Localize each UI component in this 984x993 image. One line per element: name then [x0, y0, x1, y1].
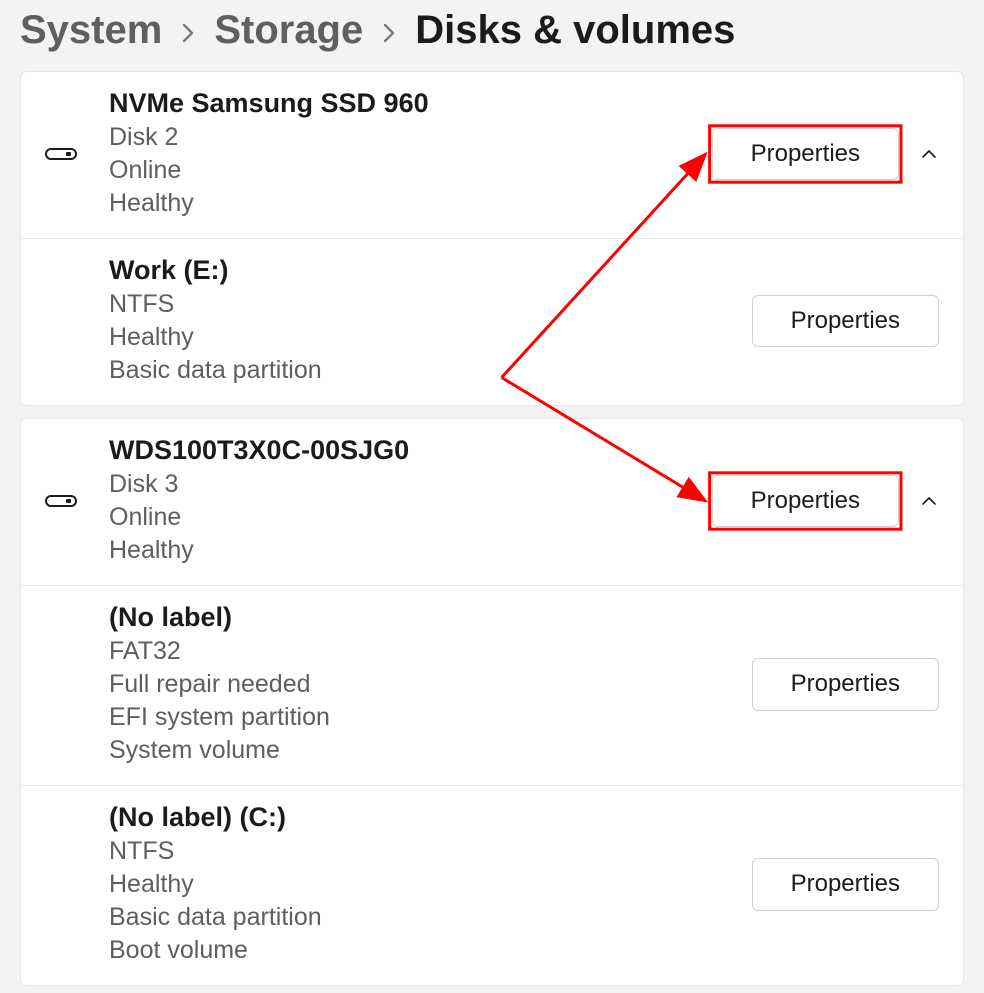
- breadcrumb-storage[interactable]: Storage: [214, 8, 363, 53]
- page-title: Disks & volumes: [415, 8, 735, 53]
- volume-partition-type: EFI system partition: [109, 701, 752, 734]
- volume-health: Full repair needed: [109, 668, 752, 701]
- volume-partition-type: Basic data partition: [109, 901, 752, 934]
- properties-button[interactable]: Properties: [752, 658, 939, 710]
- volume-filesystem: NTFS: [109, 835, 752, 868]
- disk-health: Healthy: [109, 187, 712, 220]
- disk-group: NVMe Samsung SSD 960 Disk 2 Online Healt…: [20, 71, 964, 406]
- chevron-right-icon: [180, 21, 196, 49]
- volume-name: (No label) (C:): [109, 802, 752, 833]
- volume-partition-type: Basic data partition: [109, 354, 752, 387]
- volume-health: Healthy: [109, 321, 752, 354]
- volume-row[interactable]: Work (E:) NTFS Healthy Basic data partit…: [21, 239, 963, 405]
- volume-name: Work (E:): [109, 255, 752, 286]
- volume-name: (No label): [109, 602, 752, 633]
- properties-button[interactable]: Properties: [752, 858, 939, 910]
- volume-health: Healthy: [109, 868, 752, 901]
- disk-name: NVMe Samsung SSD 960: [109, 88, 712, 119]
- disk-health: Healthy: [109, 534, 712, 567]
- disk-id: Disk 3: [109, 468, 712, 501]
- breadcrumb-system[interactable]: System: [20, 8, 162, 53]
- volume-filesystem: FAT32: [109, 635, 752, 668]
- volume-row[interactable]: (No label) (C:) NTFS Healthy Basic data …: [21, 786, 963, 985]
- volume-role: System volume: [109, 734, 752, 767]
- drive-icon: [45, 148, 109, 160]
- breadcrumb: System Storage Disks & volumes: [0, 0, 984, 71]
- chevron-right-icon: [381, 21, 397, 49]
- disk-row[interactable]: WDS100T3X0C-00SJG0 Disk 3 Online Healthy…: [21, 419, 963, 586]
- volume-row[interactable]: (No label) FAT32 Full repair needed EFI …: [21, 586, 963, 786]
- disk-id: Disk 2: [109, 121, 712, 154]
- chevron-up-icon[interactable]: [919, 144, 939, 164]
- chevron-up-icon[interactable]: [919, 491, 939, 511]
- properties-button[interactable]: Properties: [712, 128, 899, 180]
- drive-icon: [45, 495, 109, 507]
- properties-button[interactable]: Properties: [712, 475, 899, 527]
- disk-group: WDS100T3X0C-00SJG0 Disk 3 Online Healthy…: [20, 418, 964, 986]
- volume-role: Boot volume: [109, 934, 752, 967]
- disk-name: WDS100T3X0C-00SJG0: [109, 435, 712, 466]
- disk-status: Online: [109, 501, 712, 534]
- properties-button[interactable]: Properties: [752, 295, 939, 347]
- disk-row[interactable]: NVMe Samsung SSD 960 Disk 2 Online Healt…: [21, 72, 963, 239]
- volume-filesystem: NTFS: [109, 288, 752, 321]
- disk-status: Online: [109, 154, 712, 187]
